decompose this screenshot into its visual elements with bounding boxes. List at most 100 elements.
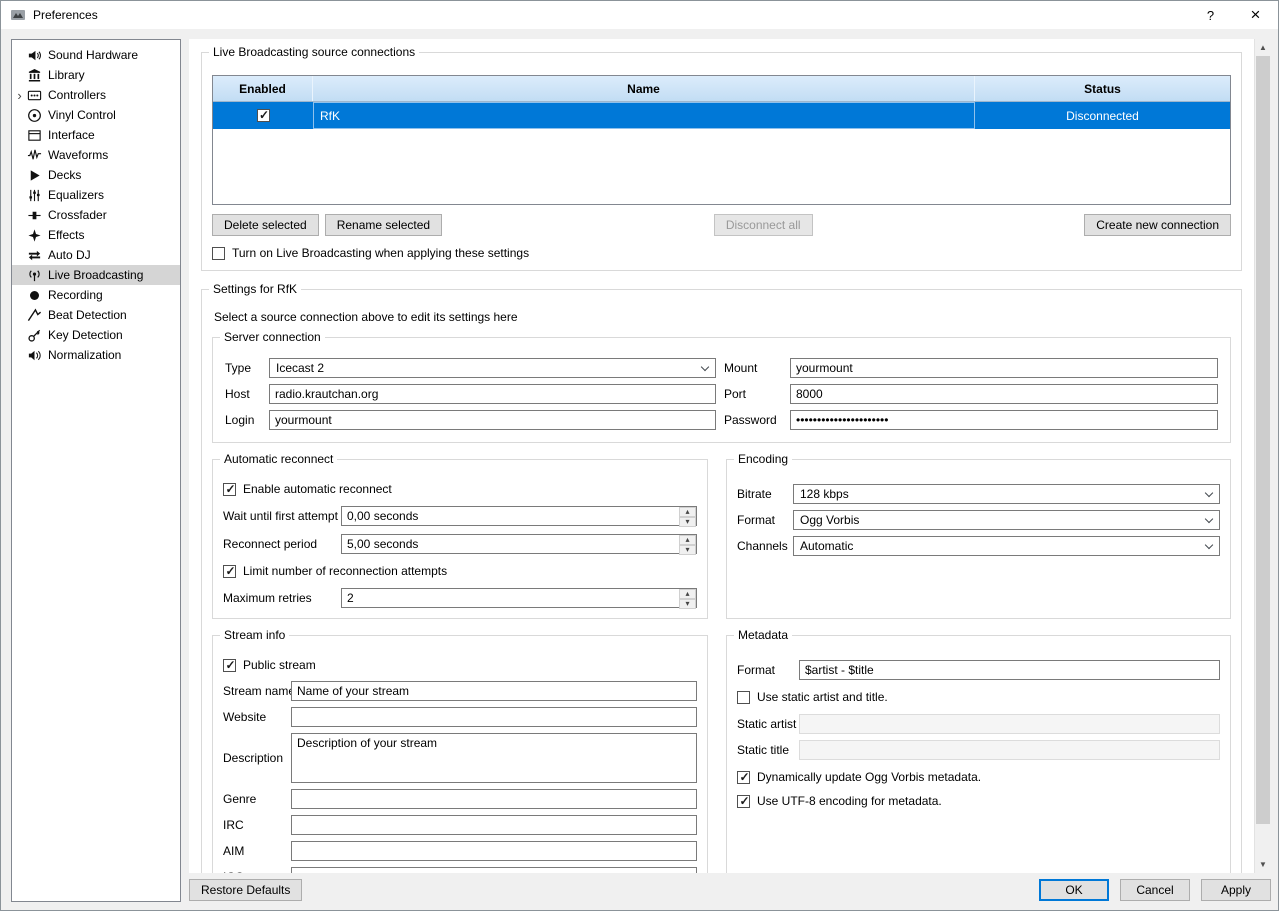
description-label: Description (223, 751, 287, 765)
genre-input[interactable] (291, 789, 697, 809)
reconnect-period-spinbox[interactable]: ▴ ▾ (341, 534, 697, 554)
sidebar-item-auto-dj[interactable]: Auto DJ (12, 245, 180, 265)
sidebar-item-controllers[interactable]: ›Controllers (12, 85, 180, 105)
live-broadcasting-icon (27, 268, 42, 283)
utf8-encoding-label: Use UTF-8 encoding for metadata. (757, 794, 942, 808)
turn-on-live-broadcasting-checkbox[interactable]: Turn on Live Broadcasting when applying … (212, 246, 1231, 260)
connection-enabled-cell[interactable] (213, 102, 313, 129)
spin-down-icon[interactable]: ▾ (679, 517, 696, 527)
connections-table[interactable]: Enabled Name Status RfKDisconnected (212, 75, 1231, 205)
interface-icon (27, 128, 42, 143)
sidebar-item-vinyl-control[interactable]: Vinyl Control (12, 105, 180, 125)
sidebar-item-interface[interactable]: Interface (12, 125, 180, 145)
ok-button[interactable]: OK (1039, 879, 1109, 901)
bitrate-select[interactable]: 128 kbps (793, 484, 1220, 504)
checkbox-icon[interactable] (223, 565, 236, 578)
format-select[interactable]: Ogg Vorbis (793, 510, 1220, 530)
checkbox-icon[interactable] (223, 659, 236, 672)
enable-automatic-reconnect-checkbox[interactable]: Enable automatic reconnect (223, 482, 697, 496)
checkbox-icon[interactable] (737, 771, 750, 784)
sidebar-item-recording[interactable]: Recording (12, 285, 180, 305)
sidebar-item-beat-detection[interactable]: Beat Detection (12, 305, 180, 325)
sidebar-item-sound-hardware[interactable]: Sound Hardware (12, 45, 180, 65)
spin-up-icon[interactable]: ▴ (679, 535, 696, 545)
sidebar-item-equalizers[interactable]: Equalizers (12, 185, 180, 205)
sidebar-item-library[interactable]: Library (12, 65, 180, 85)
sidebar-item-effects[interactable]: Effects (12, 225, 180, 245)
type-label: Type (225, 361, 261, 375)
automatic-reconnect-group: Automatic reconnect Enable automatic rec… (212, 459, 708, 619)
sidebar-item-live-broadcasting[interactable]: Live Broadcasting (12, 265, 180, 285)
metadata-format-input[interactable] (799, 660, 1220, 680)
irc-input[interactable] (291, 815, 697, 835)
sidebar-item-waveforms[interactable]: Waveforms (12, 145, 180, 165)
icq-input[interactable] (291, 867, 697, 873)
content-pane: Live Broadcasting source connections Ena… (189, 39, 1271, 873)
wait-until-first-attempt-input[interactable] (342, 507, 679, 525)
sidebar-item-normalization[interactable]: Normalization (12, 345, 180, 365)
scroll-up-arrow-icon[interactable]: ▲ (1255, 39, 1271, 56)
enabled-checkbox[interactable] (257, 109, 270, 122)
sidebar-item-label: Beat Detection (48, 308, 127, 322)
disconnect-all-button: Disconnect all (714, 214, 813, 236)
checkbox-icon[interactable] (737, 691, 750, 704)
restore-defaults-button[interactable]: Restore Defaults (189, 879, 302, 901)
spin-up-icon[interactable]: ▴ (679, 589, 696, 599)
spin-up-icon[interactable]: ▴ (679, 507, 696, 517)
spin-down-icon[interactable]: ▾ (679, 545, 696, 555)
description-textarea[interactable] (291, 733, 697, 783)
aim-input[interactable] (291, 841, 697, 861)
rename-selected-button[interactable]: Rename selected (325, 214, 442, 236)
column-header-status[interactable]: Status (975, 76, 1230, 101)
limit-reconnection-attempts-checkbox[interactable]: Limit number of reconnection attempts (223, 564, 697, 578)
sidebar-item-decks[interactable]: Decks (12, 165, 180, 185)
cancel-button[interactable]: Cancel (1120, 879, 1190, 901)
checkbox-icon[interactable] (737, 795, 750, 808)
connections-table-header: Enabled Name Status (213, 76, 1230, 102)
recording-icon (27, 288, 42, 303)
vertical-scrollbar[interactable]: ▲ ▼ (1254, 39, 1271, 873)
static-title-input (799, 740, 1220, 760)
create-new-connection-button[interactable]: Create new connection (1084, 214, 1231, 236)
column-header-name[interactable]: Name (313, 76, 975, 101)
delete-selected-button[interactable]: Delete selected (212, 214, 319, 236)
connection-row[interactable]: RfKDisconnected (213, 102, 1230, 129)
scrollbar-thumb[interactable] (1256, 56, 1270, 824)
sidebar-item-key-detection[interactable]: Key Detection (12, 325, 180, 345)
login-input[interactable] (269, 410, 716, 430)
wait-until-first-attempt-spinbox[interactable]: ▴ ▾ (341, 506, 697, 526)
column-header-enabled[interactable]: Enabled (213, 76, 313, 101)
website-input[interactable] (291, 707, 697, 727)
help-button[interactable]: ? (1188, 1, 1233, 29)
scrollbar-track[interactable] (1255, 56, 1271, 856)
host-input[interactable] (269, 384, 716, 404)
static-artist-input (799, 714, 1220, 734)
stream-info-group: Stream info Public stream Stream name We… (212, 635, 708, 873)
close-button[interactable]: × (1233, 1, 1278, 29)
reconnect-period-input[interactable] (342, 535, 679, 553)
channels-select[interactable]: Automatic (793, 536, 1220, 556)
type-select[interactable]: Icecast 2 (269, 358, 716, 378)
stream-name-input[interactable] (291, 681, 697, 701)
apply-button[interactable]: Apply (1201, 879, 1271, 901)
maximum-retries-spinbox[interactable]: ▴ ▾ (341, 588, 697, 608)
connection-name-cell[interactable]: RfK (313, 102, 975, 129)
sidebar-item-label: Key Detection (48, 328, 123, 342)
use-static-artist-title-label: Use static artist and title. (757, 690, 888, 704)
use-static-artist-title-checkbox[interactable]: Use static artist and title. (737, 690, 1220, 704)
port-input[interactable] (790, 384, 1218, 404)
password-input[interactable] (790, 410, 1218, 430)
spin-down-icon[interactable]: ▾ (679, 599, 696, 609)
sidebar-item-crossfader[interactable]: Crossfader (12, 205, 180, 225)
dynamically-update-metadata-checkbox[interactable]: Dynamically update Ogg Vorbis metadata. (737, 770, 1220, 784)
mount-input[interactable] (790, 358, 1218, 378)
bitrate-select-value: 128 kbps (800, 487, 849, 501)
utf8-encoding-checkbox[interactable]: Use UTF-8 encoding for metadata. (737, 794, 1220, 808)
scroll-down-arrow-icon[interactable]: ▼ (1255, 856, 1271, 873)
maximum-retries-input[interactable] (342, 589, 679, 607)
equalizers-icon (27, 188, 42, 203)
public-stream-checkbox[interactable]: Public stream (223, 658, 697, 672)
checkbox-icon[interactable] (223, 483, 236, 496)
expander-chevron-icon[interactable]: › (12, 88, 27, 103)
checkbox-icon[interactable] (212, 247, 225, 260)
